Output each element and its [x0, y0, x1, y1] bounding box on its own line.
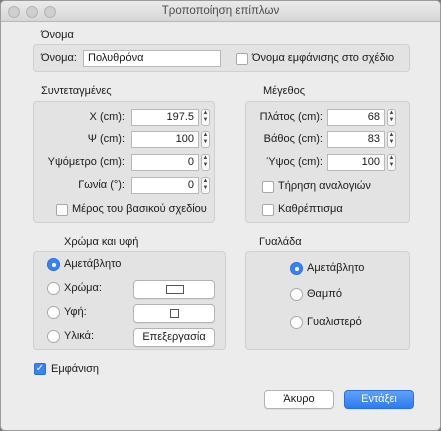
height-label: Ύψος (cm): [266, 156, 323, 168]
color-swatch [166, 285, 184, 294]
depth-stepper[interactable]: ▲ ▼ [387, 131, 396, 148]
color-unchanged-label: Αμετάβλητο [64, 258, 122, 270]
color-picker-button[interactable] [133, 280, 215, 299]
name-field[interactable]: Πολυθρόνα [83, 50, 221, 67]
show-name-checkbox[interactable] [236, 53, 248, 65]
coordinates-section-title: Συντεταγμένες [41, 85, 112, 97]
angle-label: Γωνία (°): [78, 179, 125, 191]
y-field[interactable]: 100 [131, 131, 199, 148]
name-label: Όνομα: [41, 52, 77, 64]
height-field[interactable]: 100 [327, 154, 385, 171]
width-label: Πλάτος (cm): [259, 111, 323, 123]
gloss-unchanged-radio[interactable] [290, 262, 303, 275]
modify-furniture-dialog: Τροποποίηση επίπλων Όνομα Όνομα: Πολυθρό… [0, 0, 441, 431]
gloss-unchanged-label: Αμετάβλητο [307, 262, 365, 274]
color-label: Χρώμα: [64, 282, 102, 294]
gloss-section-title: Γυαλάδα [259, 236, 302, 248]
mirror-label: Καθρέπτισμα [278, 203, 343, 215]
gloss-matte-radio[interactable] [290, 288, 303, 301]
title-bar: Τροποποίηση επίπλων [1, 1, 440, 22]
size-section-title: Μέγεθος [263, 85, 306, 97]
keep-ratio-checkbox[interactable] [262, 181, 274, 193]
name-section-title: Όνομα [41, 29, 74, 41]
y-label: Ψ (cm): [87, 133, 125, 145]
base-plan-label: Μέρος του βασικού σχεδίου [72, 203, 207, 215]
elevation-label: Υψόμετρο (cm): [47, 156, 125, 168]
gloss-matte-label: Θαμπό [307, 288, 342, 300]
color-section-title: Χρώμα και υφή [64, 236, 139, 248]
base-plan-checkbox[interactable] [56, 204, 68, 216]
materials-radio[interactable] [47, 330, 60, 343]
mirror-checkbox[interactable] [262, 204, 274, 216]
elevation-stepper[interactable]: ▲ ▼ [201, 154, 210, 171]
x-field[interactable]: 197.5 [131, 109, 199, 126]
texture-swatch [170, 309, 179, 318]
color-radio[interactable] [47, 282, 60, 295]
visible-checkbox[interactable]: ✓ [34, 363, 46, 375]
ok-button[interactable]: Εντάξει [344, 390, 414, 409]
x-label: X (cm): [89, 111, 125, 123]
depth-field[interactable]: 83 [327, 131, 385, 148]
gloss-glossy-radio[interactable] [290, 316, 303, 329]
width-stepper[interactable]: ▲ ▼ [387, 109, 396, 126]
texture-picker-button[interactable] [133, 304, 215, 323]
texture-radio[interactable] [47, 306, 60, 319]
visible-label: Εμφάνιση [51, 363, 100, 375]
height-stepper[interactable]: ▲ ▼ [387, 154, 396, 171]
color-unchanged-radio[interactable] [47, 258, 60, 271]
materials-label: Υλικά: [64, 330, 95, 342]
cancel-button[interactable]: Άκυρο [264, 390, 334, 409]
x-stepper[interactable]: ▲ ▼ [201, 109, 210, 126]
texture-label: Υφή: [64, 306, 87, 318]
show-name-label: Όνομα εμφάνισης στο σχέδιο [252, 52, 395, 64]
y-stepper[interactable]: ▲ ▼ [201, 131, 210, 148]
depth-label: Βάθος (cm): [263, 133, 323, 145]
keep-ratio-label: Τήρηση αναλογιών [278, 180, 371, 192]
gloss-glossy-label: Γυαλιστερό [307, 316, 362, 328]
angle-stepper[interactable]: ▲ ▼ [201, 177, 210, 194]
materials-edit-button[interactable]: Επεξεργασία [133, 328, 215, 347]
elevation-field[interactable]: 0 [131, 154, 199, 171]
width-field[interactable]: 68 [327, 109, 385, 126]
window-title: Τροποποίηση επίπλων [161, 5, 280, 17]
angle-field[interactable]: 0 [131, 177, 199, 194]
